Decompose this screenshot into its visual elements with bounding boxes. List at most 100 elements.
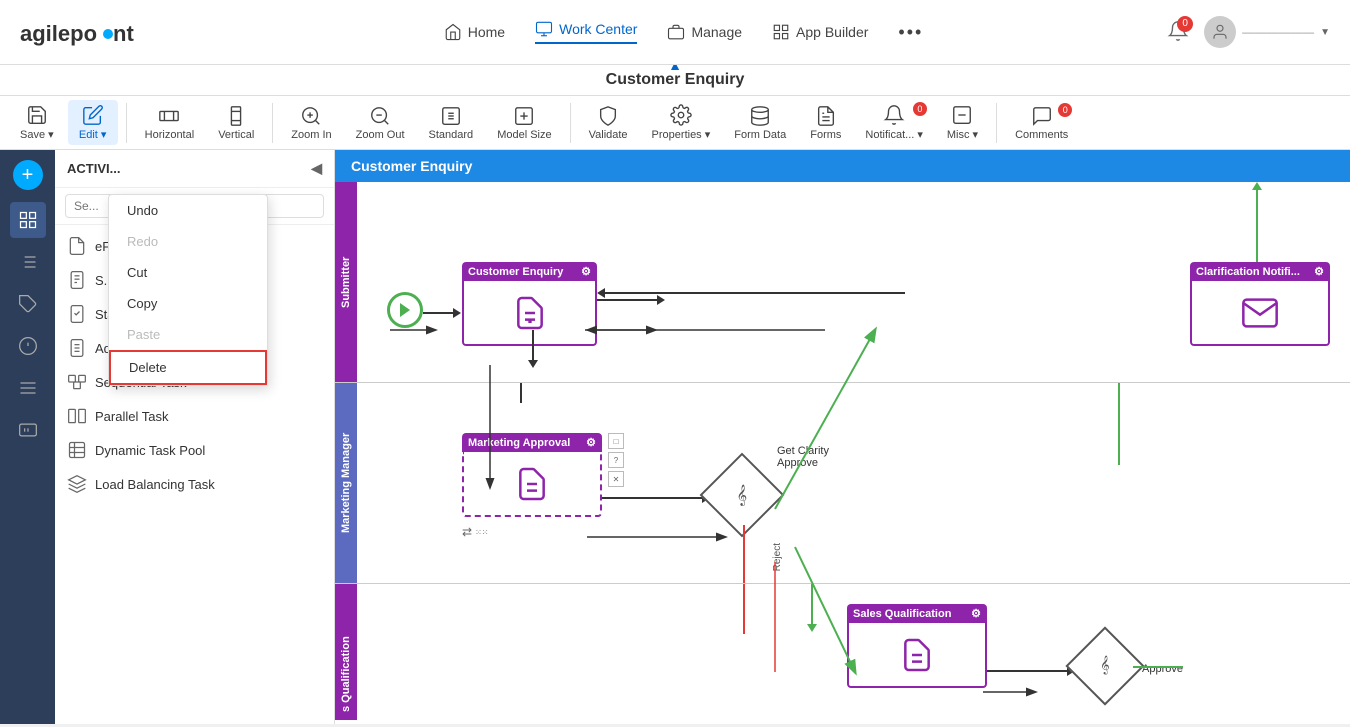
separator-4 <box>996 103 997 143</box>
node-ma-settings-icon[interactable]: ⚙ <box>586 436 596 449</box>
sidebar-icon-menu[interactable] <box>10 370 46 406</box>
canvas-header-title: Customer Enquiry <box>351 158 472 174</box>
sidebar-icon-list[interactable] <box>10 244 46 280</box>
logo: agilepo nt <box>20 14 160 50</box>
toolbar-horizontal-label: Horizontal <box>145 129 195 141</box>
toolbar-zoomout-label: Zoom Out <box>356 129 405 141</box>
nav-appbuilder-label: App Builder <box>796 24 868 40</box>
menu-item-delete[interactable]: Delete <box>109 350 267 385</box>
node-ce-settings-icon[interactable]: ⚙ <box>581 265 591 278</box>
activity-item-parallel-label: Parallel Task <box>95 409 168 424</box>
nav-home[interactable]: Home <box>444 20 505 44</box>
collapse-button[interactable]: ◀ <box>311 160 322 177</box>
start-node <box>387 292 423 328</box>
gateway-icon: 𝄞 <box>737 484 748 505</box>
red-line-cont <box>743 584 745 634</box>
toolbar-validate-label: Validate <box>589 129 628 141</box>
sidebar-icon-tag[interactable] <box>10 286 46 322</box>
toolbar-edit[interactable]: Edit ▾ <box>68 100 118 145</box>
node-marketing-approval[interactable]: Marketing Approval ⚙ □ ? ✕ <box>462 433 602 517</box>
toolbar-vertical[interactable]: Vertical <box>208 101 264 145</box>
toolbar-save[interactable]: Save ▾ <box>10 100 64 145</box>
node-clarification[interactable]: Clarification Notifi... ⚙ <box>1190 262 1330 346</box>
node-tool-1[interactable]: □ <box>608 433 624 449</box>
toolbar-formdata[interactable]: Form Data <box>724 101 796 145</box>
toolbar-horizontal[interactable]: Horizontal <box>135 101 205 145</box>
toolbar-properties[interactable]: Properties ▾ <box>642 100 721 145</box>
sidebar-icon-grid[interactable] <box>10 202 46 238</box>
toolbar-forms[interactable]: Forms <box>800 101 851 145</box>
lane-submitter-label: Submitter <box>335 182 357 382</box>
node-clarif-icon <box>1240 293 1280 333</box>
reject-line <box>743 525 745 583</box>
toolbar-standard[interactable]: Standard <box>419 101 484 145</box>
canvas-title: Customer Enquiry <box>606 71 745 88</box>
nav-workcenter[interactable]: Work Center <box>535 20 637 44</box>
menu-item-undo[interactable]: Undo <box>109 195 267 226</box>
node-sq-settings-icon[interactable]: ⚙ <box>971 607 981 620</box>
green-up-arrow <box>1252 182 1262 262</box>
node-clarif-title: Clarification Notifi... <box>1196 266 1300 278</box>
toolbar-misc-label: Misc ▾ <box>947 128 978 141</box>
nav-manage[interactable]: Manage <box>667 20 742 44</box>
toolbar-zoom-out[interactable]: Zoom Out <box>346 101 415 145</box>
separator-1 <box>126 103 127 143</box>
lane-cross-arrow <box>520 383 522 403</box>
nav-more[interactable]: ••• <box>898 20 923 44</box>
node-clarif-settings-icon[interactable]: ⚙ <box>1314 265 1324 278</box>
activity-item-loadbalancing-label: Load Balancing Task <box>95 477 215 492</box>
node-sales-qualification[interactable]: Sales Qualification ⚙ <box>847 604 987 688</box>
toolbar-notification-label: Notificat... ▾ <box>865 128 922 141</box>
sidebar-icon-id[interactable] <box>10 412 46 448</box>
toolbar-modelsize-label: Model Size <box>497 129 551 141</box>
user-avatar <box>1204 16 1236 48</box>
lane-marketing-content: Marketing Approval ⚙ □ ? ✕ <box>357 383 1350 583</box>
node-sq-title: Sales Qualification <box>853 608 951 620</box>
nav-items: Home Work Center Manage App Builder ••• <box>200 20 1167 44</box>
node-ce-icon <box>510 293 550 333</box>
node-ma-title: Marketing Approval <box>468 437 570 449</box>
toolbar-notification[interactable]: 0 Notificat... ▾ <box>855 100 932 145</box>
lane-qualification: s Qualification Sales Qualification ⚙ <box>335 584 1350 720</box>
toolbar-zoom-in[interactable]: Zoom In <box>281 101 341 145</box>
title-bar: ▲ Customer Enquiry <box>0 65 1350 96</box>
activity-item-loadbalancing[interactable]: Load Balancing Task <box>55 467 334 501</box>
nav-right: 0 —————— ▼ <box>1167 16 1330 48</box>
sidebar-icon-circle[interactable] <box>10 328 46 364</box>
node-sq-icon <box>897 635 937 675</box>
main-layout: + ACTIVI... ◀ eForms <box>0 150 1350 724</box>
gw2-right-arrow <box>1133 666 1183 668</box>
menu-item-paste[interactable]: Paste <box>109 319 267 350</box>
toolbar-validate[interactable]: Validate <box>579 101 638 145</box>
activity-item-parallel[interactable]: Parallel Task <box>55 399 334 433</box>
toolbar-save-label: Save ▾ <box>20 128 54 141</box>
toolbar-modelsize[interactable]: Model Size <box>487 101 561 145</box>
separator-2 <box>272 103 273 143</box>
left-sidebar: + <box>0 150 55 724</box>
canvas-area: Customer Enquiry <box>335 150 1350 724</box>
menu-item-copy[interactable]: Copy <box>109 288 267 319</box>
activity-header: ACTIVI... ◀ <box>55 150 334 188</box>
nav-appbuilder[interactable]: App Builder <box>772 20 868 44</box>
gateway-2-icon: 𝄞 <box>1100 657 1109 675</box>
toolbar-comments[interactable]: 0 Comments <box>1005 101 1078 145</box>
user-menu[interactable]: —————— ▼ <box>1204 16 1330 48</box>
lane-qualification-content: Sales Qualification ⚙ <box>357 584 1350 720</box>
node-tool-transfer[interactable]: ⇄ <box>462 525 472 539</box>
activity-item-dynamic[interactable]: Dynamic Task Pool <box>55 433 334 467</box>
canvas-scroll[interactable]: Submitter Customer Enquiry <box>335 182 1350 720</box>
notification-button[interactable]: 0 <box>1167 20 1189 45</box>
gateway-2: 𝄞 Approve <box>1077 638 1133 694</box>
nav-manage-label: Manage <box>691 24 742 40</box>
svg-text:nt: nt <box>113 21 134 46</box>
node-ce-title: Customer Enquiry <box>468 266 563 278</box>
node-tool-2[interactable]: ? <box>608 452 624 468</box>
green-connector <box>1118 383 1120 465</box>
toolbar-zoomin-label: Zoom In <box>291 129 331 141</box>
menu-item-cut[interactable]: Cut <box>109 257 267 288</box>
sidebar-add-button[interactable]: + <box>13 160 43 190</box>
toolbar-misc[interactable]: Misc ▾ <box>937 100 988 145</box>
menu-item-redo[interactable]: Redo <box>109 226 267 257</box>
start-to-node-arrow <box>423 308 461 318</box>
node-tool-3[interactable]: ✕ <box>608 471 624 487</box>
